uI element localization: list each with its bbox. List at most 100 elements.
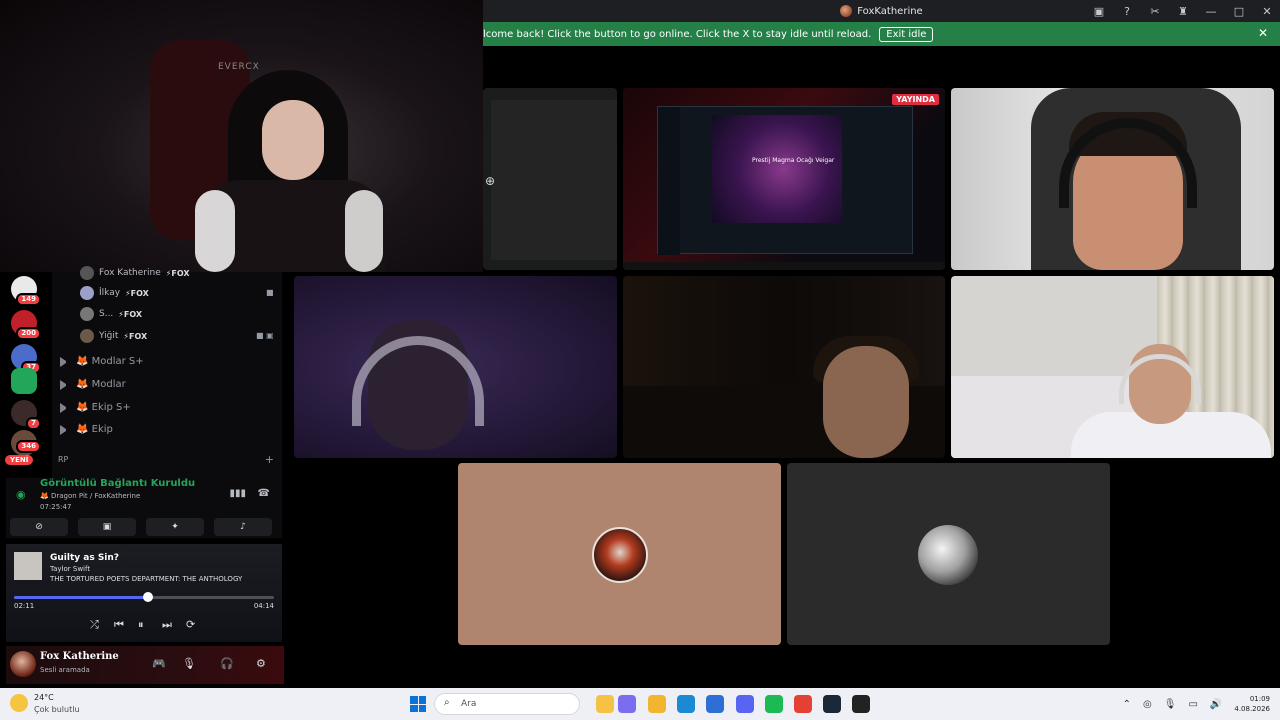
video-tile-participant-3[interactable] — [294, 276, 617, 458]
security-icon[interactable]: ◎ — [1143, 699, 1152, 710]
video-tile-screen[interactable]: ⊕ — [483, 88, 617, 270]
exit-idle-button[interactable]: Exit idle — [879, 26, 934, 42]
skin-art — [712, 115, 842, 223]
chrome-icon[interactable] — [794, 695, 812, 713]
next-icon[interactable]: ⏭ — [162, 618, 172, 632]
server-icon[interactable]: 37 — [11, 344, 41, 374]
activities-icon: ✦ — [171, 522, 179, 532]
obs-icon[interactable] — [852, 695, 870, 713]
user-name[interactable]: Fox Katherine — [40, 651, 119, 662]
voice-channel[interactable]: 🦊 Modlar S+ — [60, 356, 144, 367]
activities-button[interactable]: ✦ — [146, 518, 204, 536]
clock[interactable]: 01:09 4.08.2026 — [1234, 694, 1270, 714]
speaker-icon — [60, 402, 70, 413]
weather-description[interactable]: Çok bulutlu — [34, 705, 80, 714]
previous-icon[interactable]: ⏮ — [114, 618, 124, 632]
channel-list: Fox Katherine ⚡FOX İlkay ⚡FOX ■ S... ⚡FOX Y… — [52, 266, 282, 478]
member-tag: ⚡FOX — [165, 268, 190, 278]
soundboard-button[interactable]: ♪ — [214, 518, 272, 536]
folder-icon[interactable] — [648, 695, 666, 713]
voice-member[interactable]: İlkay ⚡FOX — [80, 286, 149, 300]
voice-member[interactable]: S... ⚡FOX — [80, 307, 142, 321]
song-title[interactable]: Guilty as Sin? — [50, 553, 119, 563]
idle-banner: lcome back! Click the button to go onlin… — [483, 22, 1280, 46]
user-avatar[interactable] — [10, 651, 36, 677]
close-window-button[interactable]: ✕ — [1260, 5, 1274, 18]
start-button[interactable] — [410, 696, 426, 712]
video-tile-participant-4[interactable] — [623, 276, 945, 458]
voice-channel-path[interactable]: 🦊 Dragon Pit / FoxKatherine — [40, 492, 140, 500]
server-icon[interactable]: 346 — [11, 430, 41, 456]
headphones-icon[interactable]: 🎧 — [220, 657, 234, 670]
copilot-icon[interactable] — [618, 695, 636, 713]
camera-off-button[interactable]: ⊘ — [10, 518, 68, 536]
network-icon[interactable]: ▭ — [1188, 699, 1197, 710]
tools-icon[interactable]: ✂ — [1148, 5, 1162, 18]
album-cover — [14, 552, 42, 580]
category-rp[interactable]: RP — [58, 455, 68, 464]
noise-suppression-icon[interactable]: ▮▮▮ — [229, 488, 246, 499]
server-icon[interactable]: 149 — [11, 276, 41, 306]
video-tile-avatar-1[interactable] — [458, 463, 781, 645]
banner-close-icon[interactable]: ✕ — [1258, 26, 1268, 40]
microphone-tray-icon[interactable]: 🎙 — [1164, 699, 1177, 710]
member-name: Yiğit — [99, 331, 119, 341]
participant-avatar — [918, 525, 978, 585]
video-tile-stream[interactable]: Prestij Magma Ocağı Veigar YAYINDA — [623, 88, 945, 270]
steam-icon[interactable] — [823, 695, 841, 713]
voice-channel[interactable]: 🦊 Ekip S+ — [60, 402, 131, 413]
video-tile-avatar-2[interactable] — [787, 463, 1110, 645]
mention-badge: 149 — [16, 293, 41, 306]
minimize-button[interactable]: — — [1204, 5, 1218, 18]
server-icon[interactable]: 200 — [11, 310, 41, 340]
help-icon[interactable]: ? — [1120, 5, 1134, 18]
client-sidebar — [658, 107, 680, 255]
progress-knob[interactable] — [143, 592, 154, 602]
file-explorer-icon[interactable] — [596, 695, 614, 713]
progress-fill — [14, 596, 149, 599]
gift-icon[interactable]: ♜ — [1176, 5, 1190, 18]
spotify-icon[interactable] — [765, 695, 783, 713]
video-tile-participant-5[interactable] — [951, 276, 1274, 458]
streamer-cardigan-left — [195, 190, 235, 272]
discord-icon[interactable] — [736, 695, 754, 713]
shared-window — [491, 100, 617, 260]
participant-face — [823, 346, 909, 458]
speaker-icon — [60, 379, 70, 390]
voice-member[interactable]: Yiğit ⚡FOX — [80, 329, 147, 343]
avatar — [80, 329, 94, 343]
pause-icon[interactable]: ⏸ — [138, 618, 144, 632]
inbox-icon[interactable]: ▣ — [1092, 5, 1106, 18]
member-tag: ⚡FOX — [125, 288, 149, 298]
video-tile-participant-2[interactable] — [951, 88, 1274, 270]
volume-icon[interactable]: 🔊 — [1210, 699, 1222, 710]
streamer-face — [262, 100, 324, 180]
voice-member[interactable]: Fox Katherine ⚡FOX — [80, 266, 190, 280]
stream-taskbar — [623, 262, 945, 270]
zoom-icon[interactable]: ⊕ — [485, 174, 495, 188]
member-tag: ⚡FOX — [118, 309, 143, 319]
disconnect-icon[interactable]: ☎ — [258, 488, 270, 499]
shuffle-icon[interactable]: ⤮ — [90, 618, 99, 632]
server-icon[interactable] — [11, 368, 37, 394]
window-title: FoxKatherine — [857, 5, 923, 17]
screen-share-button[interactable]: ▣ — [78, 518, 136, 536]
store-icon[interactable] — [706, 695, 724, 713]
maximize-button[interactable]: □ — [1232, 5, 1246, 18]
voice-channel[interactable]: 🦊 Modlar — [60, 379, 126, 390]
chevron-up-icon[interactable]: ⌃ — [1123, 699, 1131, 710]
microphone-icon[interactable]: 🎙 — [182, 657, 196, 670]
song-artist[interactable]: Taylor Swift — [50, 565, 90, 573]
controller-icon[interactable]: 🎮 — [152, 657, 166, 670]
voice-channel[interactable]: 🦊 Ekip — [60, 424, 113, 435]
app-icon — [840, 5, 853, 17]
repeat-icon[interactable]: ⟳ — [186, 618, 195, 631]
weather-icon[interactable] — [10, 694, 28, 712]
settings-icon[interactable]: ⚙ — [256, 657, 266, 670]
edge-icon[interactable] — [677, 695, 695, 713]
taskbar-search[interactable]: Ara — [434, 693, 580, 715]
weather-temperature[interactable]: 24°C — [34, 693, 54, 702]
titlebar-controls: ▣ ? ✂ ♜ — □ ✕ — [1092, 0, 1274, 22]
add-channel-icon[interactable]: + — [265, 453, 274, 466]
server-icon[interactable]: 7 — [11, 400, 41, 430]
